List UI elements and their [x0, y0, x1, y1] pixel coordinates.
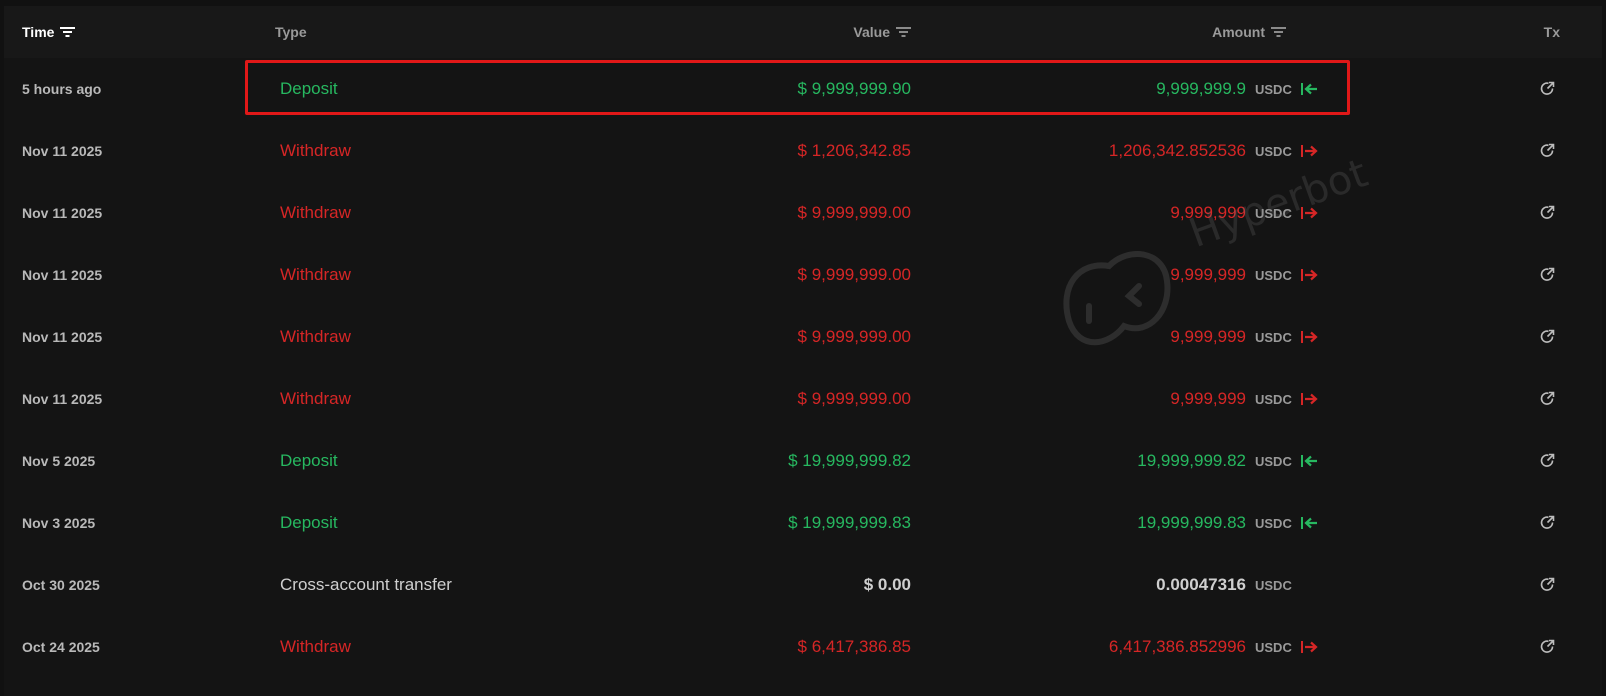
row-type: Withdraw	[280, 265, 351, 284]
row-value: $ 9,999,999.00	[797, 203, 911, 222]
row-time: Nov 11 2025	[22, 329, 103, 345]
external-link-refresh-icon[interactable]	[1538, 430, 1556, 492]
header-amount-label: Amount	[1212, 24, 1265, 40]
row-unit: USDC	[1255, 639, 1292, 655]
table-row[interactable]: Nov 11 2025 Withdraw $ 9,999,999.00 9,999,9…	[4, 244, 1602, 306]
external-link-refresh-icon[interactable]	[1538, 120, 1556, 182]
row-unit: USDC	[1255, 453, 1292, 469]
row-amount: 9,999,999	[1170, 265, 1246, 284]
row-type: Withdraw	[280, 637, 351, 656]
arrow-right-out-icon	[1301, 182, 1321, 244]
arrow-right-out-icon	[1301, 244, 1321, 306]
row-value: $ 19,999,999.82	[788, 451, 911, 470]
row-unit: USDC	[1255, 267, 1292, 283]
row-amount: 9,999,999	[1170, 327, 1246, 346]
row-value: $ 0.00	[863, 575, 911, 594]
row-unit: USDC	[1255, 577, 1292, 593]
header-amount[interactable]: Amount	[1212, 23, 1286, 41]
transactions-table: Time Type Value Amount Tx 5 hours ago De…	[4, 6, 1602, 696]
header-value[interactable]: Value	[853, 23, 911, 41]
external-link-refresh-icon[interactable]	[1538, 182, 1556, 244]
table-row[interactable]: Nov 11 2025 Withdraw $ 9,999,999.00 9,999,9…	[4, 368, 1602, 430]
table-row[interactable]: Nov 3 2025 Deposit $ 19,999,999.83 19,999,9…	[4, 492, 1602, 554]
row-type: Deposit	[280, 451, 338, 470]
external-link-refresh-icon[interactable]	[1538, 306, 1556, 368]
row-amount: 6,417,386.852996	[1108, 637, 1246, 656]
table-header: Time Type Value Amount Tx	[4, 6, 1602, 58]
row-type: Withdraw	[280, 203, 351, 222]
row-value: $ 1,206,342.85	[797, 141, 911, 160]
direction-empty	[1301, 554, 1321, 616]
row-amount: 9,999,999	[1170, 203, 1246, 222]
row-amount: 19,999,999.83	[1137, 513, 1246, 532]
row-unit: USDC	[1255, 391, 1292, 407]
row-type: Deposit	[280, 79, 338, 98]
table-row[interactable]: Nov 11 2025 Withdraw $ 1,206,342.85 1,206,3…	[4, 120, 1602, 182]
row-value: $ 6,417,386.85	[797, 637, 911, 656]
row-unit: USDC	[1255, 329, 1292, 345]
table-row[interactable]: Oct 30 2025 Cross-account transfer $ 0.00 0…	[4, 554, 1602, 616]
filter-icon[interactable]	[60, 26, 76, 38]
row-unit: USDC	[1255, 515, 1292, 531]
row-unit: USDC	[1255, 81, 1292, 97]
row-amount: 9,999,999.9	[1156, 79, 1246, 98]
external-link-refresh-icon[interactable]	[1538, 554, 1556, 616]
table-row[interactable]: Oct 24 2025 Withdraw $ 6,417,386.85 6,417,3…	[4, 616, 1602, 678]
row-amount: 19,999,999.82	[1137, 451, 1246, 470]
arrow-right-out-icon	[1301, 120, 1321, 182]
row-time: Oct 30 2025	[22, 577, 100, 593]
row-amount: 0.00047316	[1156, 575, 1246, 594]
external-link-refresh-icon[interactable]	[1538, 58, 1556, 120]
row-time: Oct 24 2025	[22, 639, 100, 655]
row-unit: USDC	[1255, 205, 1292, 221]
table-row[interactable]: Nov 11 2025 Withdraw $ 9,999,999.00 9,999,9…	[4, 182, 1602, 244]
row-value: $ 9,999,999.00	[797, 389, 911, 408]
filter-icon[interactable]	[896, 26, 911, 38]
header-tx: Tx	[1544, 23, 1560, 41]
row-type: Withdraw	[280, 389, 351, 408]
header-tx-label: Tx	[1543, 24, 1560, 40]
row-value: $ 19,999,999.83	[788, 513, 911, 532]
table-row[interactable]: Nov 5 2025 Deposit $ 19,999,999.82 19,999,9…	[4, 430, 1602, 492]
external-link-refresh-icon[interactable]	[1538, 492, 1556, 554]
row-value: $ 9,999,999.00	[797, 265, 911, 284]
arrow-right-out-icon	[1301, 306, 1321, 368]
external-link-refresh-icon[interactable]	[1538, 244, 1556, 306]
arrow-right-out-icon	[1301, 616, 1321, 678]
row-type: Cross-account transfer	[280, 575, 452, 594]
row-amount: 1,206,342.852536	[1108, 141, 1246, 160]
arrow-left-in-icon	[1301, 430, 1321, 492]
row-time: Nov 5 2025	[22, 453, 96, 469]
table-row[interactable]: Nov 11 2025 Withdraw $ 9,999,999.00 9,999,9…	[4, 306, 1602, 368]
row-time: Nov 11 2025	[22, 143, 103, 159]
header-value-label: Value	[853, 24, 890, 40]
row-amount: 9,999,999	[1170, 389, 1246, 408]
header-type-label: Type	[275, 24, 307, 40]
filter-icon[interactable]	[1271, 26, 1286, 38]
external-link-refresh-icon[interactable]	[1538, 616, 1556, 678]
row-type: Deposit	[280, 513, 338, 532]
arrow-left-in-icon	[1301, 492, 1321, 554]
header-time[interactable]: Time	[22, 23, 76, 41]
header-time-label: Time	[22, 24, 55, 40]
row-time: Nov 11 2025	[22, 267, 103, 283]
row-time: Nov 11 2025	[22, 205, 103, 221]
table-row[interactable]: 5 hours ago Deposit $ 9,999,999.90 9,999,99…	[4, 58, 1602, 120]
arrow-left-in-icon	[1301, 58, 1321, 120]
header-type: Type	[275, 23, 307, 41]
external-link-refresh-icon[interactable]	[1538, 368, 1556, 430]
row-time: Nov 3 2025	[22, 515, 96, 531]
row-type: Withdraw	[280, 141, 351, 160]
row-value: $ 9,999,999.00	[797, 327, 911, 346]
row-time: Nov 11 2025	[22, 391, 103, 407]
row-value: $ 9,999,999.90	[797, 79, 911, 98]
row-time: 5 hours ago	[22, 81, 102, 97]
arrow-right-out-icon	[1301, 368, 1321, 430]
row-type: Withdraw	[280, 327, 351, 346]
row-unit: USDC	[1255, 143, 1292, 159]
